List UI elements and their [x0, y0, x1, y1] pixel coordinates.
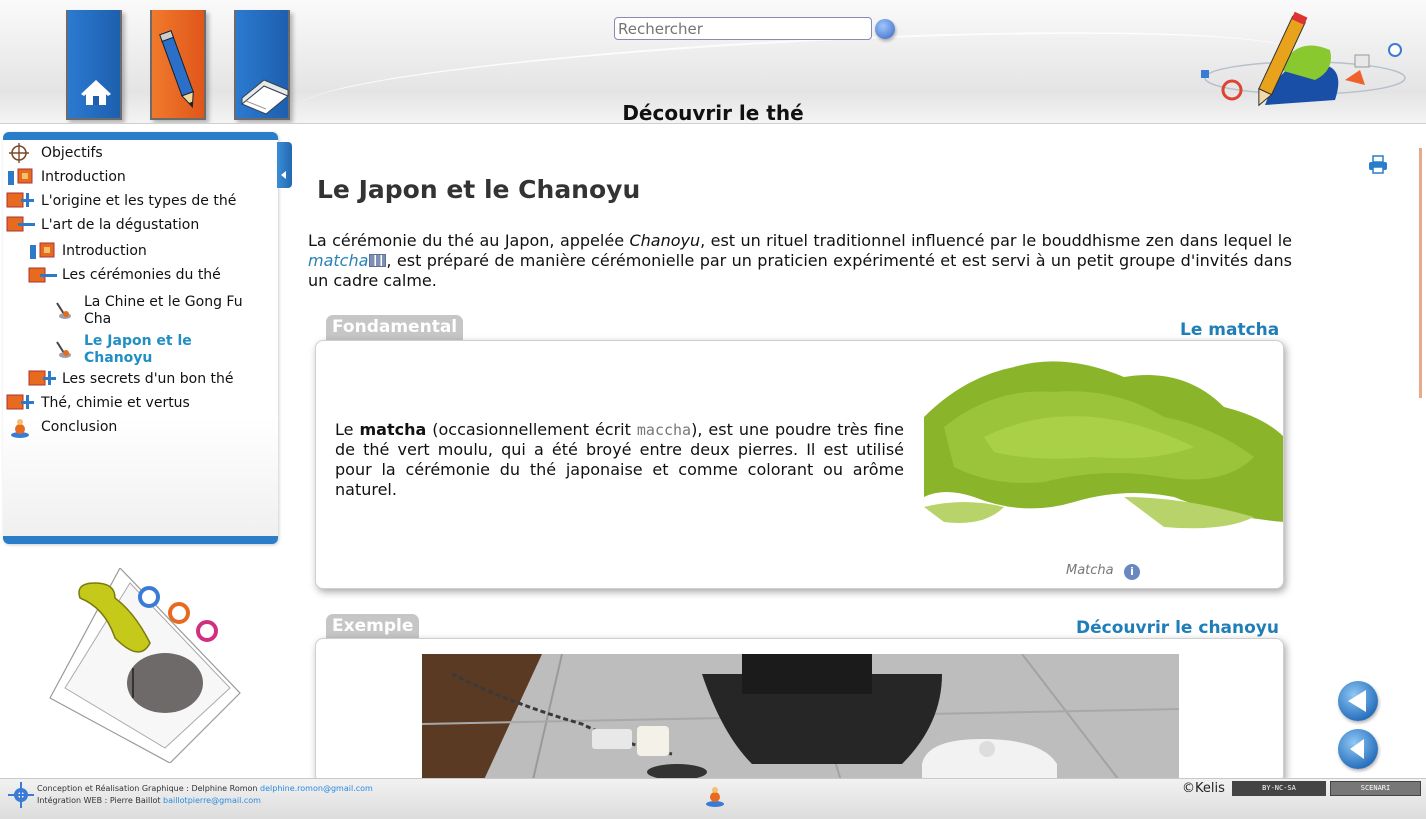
module-icon	[30, 242, 55, 259]
nav-item-conclusion[interactable]: Conclusion	[41, 419, 117, 436]
fondamental-block: Le matcha (occasionnellement écrit macch…	[315, 340, 1284, 589]
header-illustration-icon	[1201, 11, 1406, 107]
matcha-photo-caption: Matcha	[1066, 563, 1114, 578]
exemple-block	[315, 638, 1284, 783]
open-section-icon	[6, 216, 35, 232]
header-banner: Découvrir le thé	[0, 0, 1426, 124]
matcha-glossary-link[interactable]: matcha	[308, 251, 368, 270]
nav-item-ceremonies[interactable]: Les cérémonies du thé	[62, 267, 221, 284]
page-icon	[56, 302, 71, 319]
conclusion-icon	[11, 419, 29, 438]
nav-item-japon-chanoyu[interactable]: Le Japon et le Chanoyu	[84, 333, 234, 367]
exemple-tab: Exemple	[326, 614, 420, 640]
collapse-outline-button[interactable]	[277, 142, 292, 188]
exemple-block-title: Découvrir le chanoyu	[1076, 618, 1279, 638]
page-title: Le Japon et le Chanoyu	[317, 175, 641, 204]
license-badge[interactable]: BY-NC-SA	[1232, 781, 1326, 796]
open-section-icon	[28, 267, 57, 283]
designer-email-link[interactable]: delphine.romon@gmail.com	[260, 784, 373, 793]
target-icon	[9, 143, 29, 163]
nav-item-introduction[interactable]: Introduction	[41, 169, 126, 186]
nav-item-chine-gongfu[interactable]: La Chine et le Gong Fu Cha	[84, 294, 264, 328]
footer-credits: Conception et Réalisation Graphique : De…	[37, 784, 373, 805]
content-scrollbar[interactable]	[1419, 148, 1422, 398]
expand-section-icon	[6, 192, 34, 208]
chanoyu-photo[interactable]	[422, 654, 1179, 783]
nav-item-secrets[interactable]: Les secrets d'un bon thé	[62, 371, 234, 388]
search-icon[interactable]	[875, 19, 895, 39]
nav-item-sub-introduction[interactable]: Introduction	[62, 243, 147, 260]
search-input[interactable]	[614, 17, 872, 40]
previous-page-button[interactable]	[1338, 729, 1378, 769]
fondamental-tab: Fondamental	[326, 315, 464, 341]
fondamental-block-title: Le matcha	[1180, 320, 1280, 340]
kelis-copyright[interactable]: ©Kelis	[1182, 781, 1225, 796]
gear-logo-icon	[8, 782, 34, 808]
nav-item-objectifs[interactable]: Objectifs	[41, 145, 103, 162]
nav-item-art-degustation[interactable]: L'art de la dégustation	[41, 217, 199, 234]
arrow-left-icon	[1350, 739, 1364, 759]
pushpin-illustration-icon	[49, 568, 241, 763]
conclusion-icon	[706, 787, 724, 807]
page-icon	[56, 341, 71, 358]
nav-item-origine-types[interactable]: L'origine et les types de thé	[41, 193, 236, 210]
matcha-definition-text: Le matcha (occasionnellement écrit macch…	[335, 420, 904, 499]
info-icon[interactable]: i	[1124, 564, 1140, 580]
next-page-button[interactable]	[1338, 681, 1378, 721]
footer: Conception et Réalisation Graphique : De…	[0, 778, 1426, 819]
developer-email-link[interactable]: baillotpierre@gmail.com	[163, 796, 261, 805]
intro-paragraph: La cérémonie du thé au Japon, appelée Ch…	[308, 231, 1293, 290]
glossary-icon[interactable]	[369, 254, 387, 267]
module-icon	[8, 168, 33, 185]
print-icon[interactable]	[1368, 154, 1388, 174]
nav-item-chimie-vertus[interactable]: Thé, chimie et vertus	[41, 395, 190, 412]
arrow-right-icon	[1348, 690, 1366, 712]
expand-section-icon	[28, 370, 56, 386]
expand-section-icon	[6, 394, 34, 410]
matcha-photo[interactable]	[924, 347, 1284, 559]
scenari-badge[interactable]: SCENARI	[1330, 781, 1421, 796]
